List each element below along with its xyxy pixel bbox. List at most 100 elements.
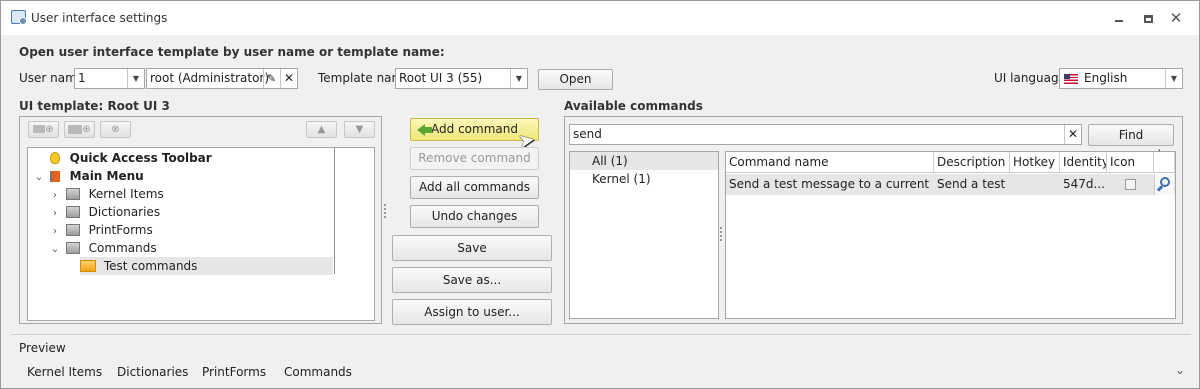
chevron-down-icon[interactable]: ⌄ [48, 241, 62, 259]
preview-tab-commands[interactable]: Commands [284, 365, 352, 379]
ui-template-heading-label: UI template: [19, 99, 104, 113]
commands-table[interactable]: Command name Description Hotkey Identity… [725, 151, 1176, 319]
add-command-label: Add command [431, 122, 518, 136]
remove-command-button[interactable]: Remove command [410, 147, 539, 170]
folder-add-icon [33, 125, 46, 133]
tree-item-dictionaries[interactable]: › Dictionaries [48, 203, 160, 221]
tree-scroll-divider [334, 148, 335, 274]
arrow-left-icon-tail [424, 127, 432, 133]
remove-circle-icon: ⊗ [111, 124, 120, 135]
close-icon[interactable]: ✕ [1166, 9, 1186, 27]
right-splitter-grip[interactable] [720, 227, 723, 241]
folder-add-icon [68, 124, 83, 134]
ui-template-group: ⊕ ⊕ ⊗ ▲ ▼ Quick Access Toolbar ⌄ Main Me… [19, 116, 382, 324]
lightbulb-icon [49, 152, 60, 164]
tree-item-label: Kernel Items [88, 187, 164, 201]
title-bar: User interface settings ✕ [1, 1, 1199, 35]
tree-item-quick-access-toolbar[interactable]: Quick Access Toolbar [32, 149, 212, 167]
module-icon [65, 206, 80, 218]
chevron-down-icon[interactable]: ▼ [127, 69, 144, 88]
move-up-button[interactable]: ▲ [306, 121, 337, 138]
preview-tab-kernel-items[interactable]: Kernel Items [27, 365, 102, 379]
clear-x-icon[interactable]: ✕ [280, 69, 297, 88]
ui-template-name: Root UI 3 [107, 99, 170, 113]
maximize-icon[interactable] [1138, 9, 1158, 27]
edit-pencil-icon[interactable]: ✎ [263, 69, 279, 88]
add-group-button[interactable]: ⊕ [28, 121, 59, 138]
clear-x-icon[interactable]: ✕ [1064, 125, 1081, 144]
command-groups-list[interactable]: All (1) Kernel (1) [569, 151, 719, 319]
minimize-icon[interactable] [1109, 11, 1129, 29]
tree-item-test-commands[interactable]: Test commands [80, 257, 333, 275]
cell-identity: 547d... [1060, 174, 1107, 195]
folder-icon [80, 260, 96, 272]
tree-item-label: Dictionaries [88, 205, 161, 219]
tree-item-kernel-items[interactable]: › Kernel Items [48, 185, 164, 203]
window-gear-badge-icon [19, 17, 27, 25]
left-splitter-grip[interactable] [384, 204, 387, 218]
window-title: User interface settings [31, 11, 168, 25]
column-header-command-name[interactable]: Command name [726, 152, 934, 173]
assign-to-user-button[interactable]: Assign to user... [392, 299, 552, 325]
table-row[interactable]: Send a test message to a current user Se… [726, 174, 1175, 195]
tree-item-main-menu[interactable]: ⌄ Main Menu [32, 167, 144, 185]
tree-item-label: Test commands [103, 259, 198, 273]
chevron-down-icon[interactable]: ⌄ [1175, 363, 1185, 377]
preview-label: Preview [19, 341, 66, 355]
group-item-all[interactable]: All (1) [570, 152, 718, 170]
save-as-button[interactable]: Save as... [392, 267, 552, 293]
flag-icon [49, 171, 60, 182]
preview-divider [11, 334, 1191, 335]
template-name-value: Root UI 3 (55) [399, 71, 483, 85]
cell-preview-action[interactable] [1154, 174, 1175, 195]
available-commands-heading: Available commands [564, 99, 703, 113]
module-icon [65, 242, 80, 254]
module-icon [65, 188, 80, 200]
settings-window: User interface settings ✕ Open user inte… [0, 0, 1200, 389]
command-icon [1125, 179, 1136, 190]
ui-language-combo[interactable]: English ▼ [1059, 68, 1183, 89]
ui-language-value: English [1084, 71, 1128, 85]
command-search-input[interactable]: send ✕ [569, 124, 1082, 145]
move-down-button[interactable]: ▼ [344, 121, 375, 138]
tree-item-label: PrintForms [88, 223, 153, 237]
add-folder-button[interactable]: ⊕ [64, 121, 95, 138]
chevron-down-icon[interactable]: ▼ [1165, 69, 1182, 88]
delete-item-button[interactable]: ⊗ [100, 121, 131, 138]
column-header-description[interactable]: Description [934, 152, 1010, 173]
available-commands-group: send ✕ Find command All (1) Kernel (1) C… [564, 116, 1183, 324]
open-button[interactable]: Open [538, 69, 613, 90]
column-header-action [1154, 152, 1175, 173]
preview-tab-dictionaries[interactable]: Dictionaries [117, 365, 188, 379]
command-search-value: send [573, 127, 602, 141]
open-template-heading: Open user interface template by user nam… [19, 45, 445, 59]
ui-template-heading: UI template: Root UI 3 [19, 99, 170, 113]
user-name-field[interactable]: root (Administrator) ✎ ✕ [146, 68, 298, 89]
undo-changes-button[interactable]: Undo changes [410, 205, 539, 228]
group-item-kernel[interactable]: Kernel (1) [570, 170, 718, 188]
tree-item-label: Main Menu [69, 169, 144, 183]
tree-item-commands[interactable]: ⌄ Commands [48, 239, 157, 257]
column-header-icon[interactable]: Icon [1107, 152, 1154, 173]
tree-item-label: Commands [88, 241, 157, 255]
column-header-identity[interactable]: Identity [1060, 152, 1107, 173]
chevron-down-icon[interactable]: ▼ [510, 69, 527, 88]
column-header-hotkey[interactable]: Hotkey [1010, 152, 1060, 173]
add-all-commands-button[interactable]: Add all commands [410, 176, 539, 199]
cell-description: Send a test ... [934, 174, 1010, 195]
preview-tab-printforms[interactable]: PrintForms [202, 365, 266, 379]
user-id-combo[interactable]: 1 ▼ [74, 68, 145, 89]
cell-command-name: Send a test message to a current user [726, 174, 934, 195]
cell-hotkey [1010, 174, 1060, 195]
cell-icon [1107, 174, 1154, 195]
find-command-button[interactable]: Find command [1088, 124, 1174, 162]
us-flag-icon [1064, 74, 1078, 84]
tree-item-printforms[interactable]: › PrintForms [48, 221, 153, 239]
template-tree[interactable]: Quick Access Toolbar ⌄ Main Menu › Kerne… [27, 147, 375, 321]
module-icon [65, 224, 80, 236]
template-name-combo[interactable]: Root UI 3 (55) ▼ [395, 68, 528, 89]
arrow-up-icon: ▲ [317, 124, 326, 135]
chevron-down-icon[interactable]: ⌄ [32, 169, 46, 187]
user-id-value: 1 [78, 71, 86, 85]
save-button[interactable]: Save [392, 235, 552, 261]
